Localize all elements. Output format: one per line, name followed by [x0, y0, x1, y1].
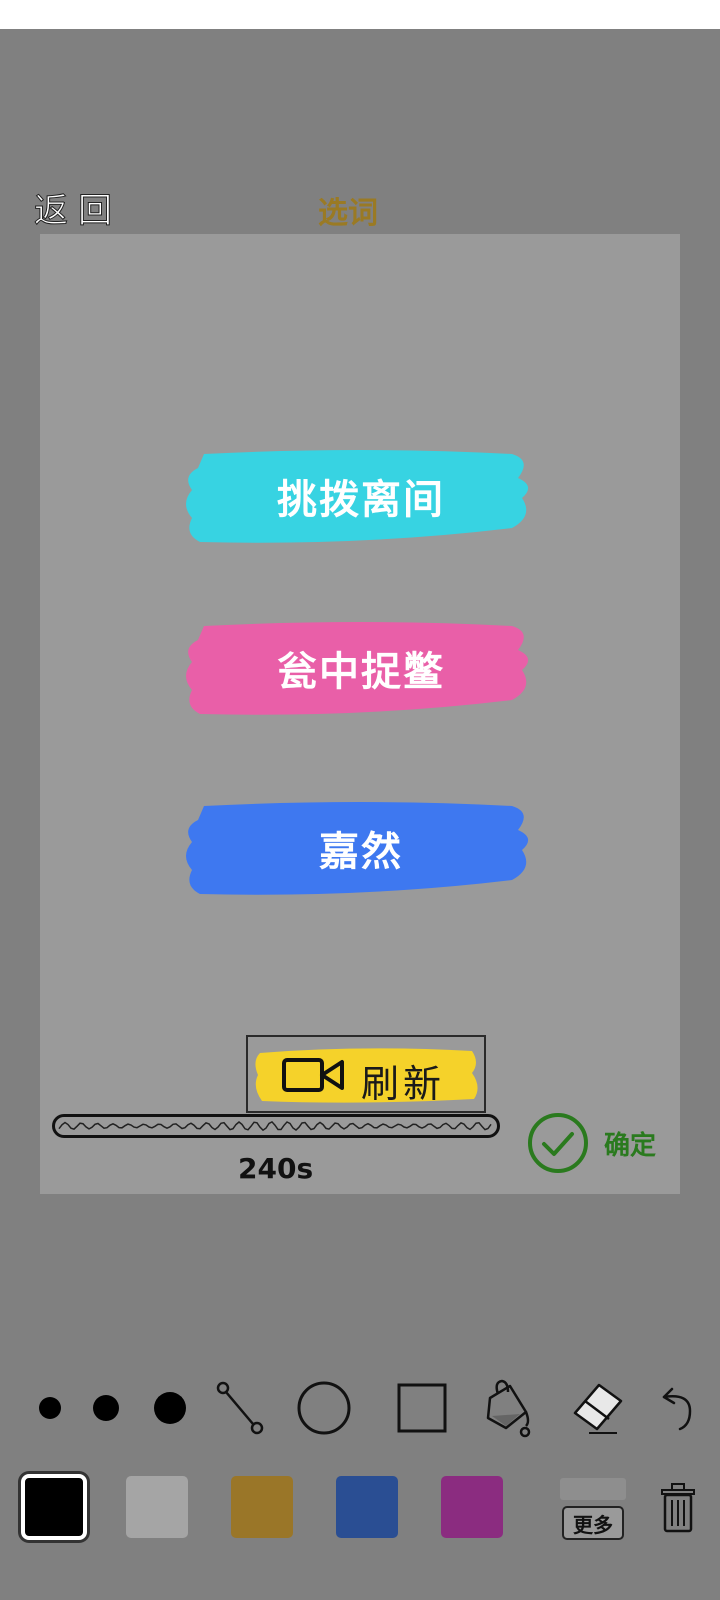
- page-title: 选词: [318, 196, 378, 231]
- back-button[interactable]: 返回: [34, 183, 122, 232]
- video-camera-icon: [282, 1058, 344, 1092]
- word-option-3[interactable]: 嘉然: [182, 798, 540, 898]
- fill-bucket-icon[interactable]: [478, 1378, 538, 1438]
- circle-tool-icon[interactable]: [294, 1378, 354, 1438]
- rectangle-tool-icon[interactable]: [392, 1378, 452, 1438]
- color-swatch-black[interactable]: [21, 1474, 87, 1540]
- word-option-2[interactable]: 瓮中捉鳖: [182, 618, 540, 718]
- word-option-label: 瓮中捉鳖: [277, 649, 445, 695]
- word-option-label: 嘉然: [319, 829, 403, 875]
- timer-text: 240s: [238, 1152, 314, 1185]
- confirm-button[interactable]: 确定: [604, 1125, 656, 1162]
- more-colors-button[interactable]: 更多: [560, 1478, 626, 1542]
- time-progress-bar: [52, 1114, 500, 1138]
- line-tool-icon[interactable]: [210, 1378, 270, 1438]
- eraser-icon[interactable]: [568, 1378, 628, 1438]
- check-circle-icon[interactable]: [527, 1112, 589, 1174]
- more-colors-preview: [560, 1478, 626, 1500]
- trash-icon[interactable]: [658, 1482, 698, 1534]
- medium-dot-brush-icon[interactable]: [76, 1378, 136, 1438]
- color-swatch-gray[interactable]: [126, 1476, 188, 1538]
- word-option-label: 挑拨离间: [277, 477, 445, 523]
- more-colors-label: 更多: [562, 1506, 624, 1540]
- color-swatch-blue[interactable]: [336, 1476, 398, 1538]
- small-dot-brush-icon[interactable]: [20, 1378, 80, 1438]
- refresh-button[interactable]: 刷新: [246, 1035, 486, 1113]
- large-dot-brush-icon[interactable]: [140, 1378, 200, 1438]
- refresh-label: 刷新: [361, 1062, 446, 1106]
- color-swatch-gold[interactable]: [231, 1476, 293, 1538]
- status-bar: [0, 0, 720, 29]
- progress-scribble: [58, 1120, 492, 1132]
- word-option-1[interactable]: 挑拨离间: [182, 446, 540, 546]
- color-swatch-purple[interactable]: [441, 1476, 503, 1538]
- undo-icon[interactable]: [648, 1378, 708, 1438]
